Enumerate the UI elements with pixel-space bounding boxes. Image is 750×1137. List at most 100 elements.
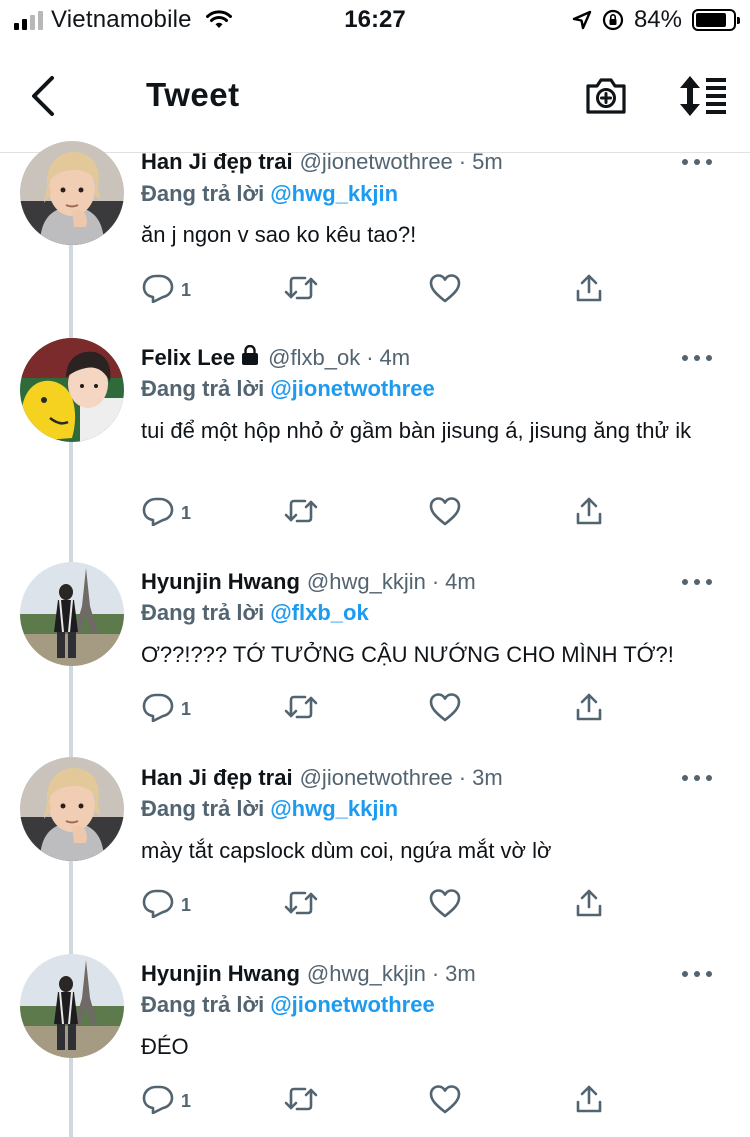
reply-button[interactable]: 1 — [141, 1083, 191, 1119]
thread-connector-line — [69, 666, 73, 757]
reply-icon — [141, 273, 175, 308]
share-button[interactable] — [574, 272, 604, 308]
reply-count: 1 — [181, 698, 192, 719]
tweet-actions: 1 — [141, 1083, 621, 1119]
separator-dot: · — [431, 569, 440, 594]
tweet-text: tui để một hộp nhỏ ở gầm bàn jisung á, j… — [141, 418, 692, 443]
reply-count: 1 — [181, 894, 192, 915]
retweet-icon — [283, 692, 319, 727]
heart-icon — [428, 692, 462, 727]
replying-to-label: Đang trả lời — [141, 376, 265, 401]
separator-dot: · — [366, 345, 374, 370]
retweet-button[interactable] — [283, 691, 319, 727]
author-name[interactable]: Han Ji đẹp trai — [141, 149, 293, 175]
reply-button[interactable]: 1 — [141, 691, 191, 727]
tweet-header: Hyunjin Hwang @hwg_kkjin · 3m — [141, 961, 476, 987]
avatar[interactable] — [20, 562, 124, 666]
replying-to: Đang trả lời @jionetwothree — [141, 376, 435, 402]
mention-link[interactable]: @hwg_kkjin — [270, 796, 398, 821]
author-handle[interactable]: @hwg_kkjin — [307, 569, 426, 595]
share-icon — [574, 888, 604, 923]
more-options-icon[interactable] — [680, 156, 714, 168]
reply-button[interactable]: 1 — [141, 272, 191, 308]
retweet-button[interactable] — [283, 887, 319, 923]
retweet-button[interactable] — [283, 1083, 319, 1119]
thread-connector-line — [69, 1058, 73, 1137]
share-button[interactable] — [574, 1083, 604, 1119]
reply-icon — [141, 1084, 175, 1119]
battery-fill — [696, 13, 726, 27]
reply-icon — [141, 888, 175, 923]
share-icon — [574, 496, 604, 531]
mention-link[interactable]: @jionetwothree — [270, 992, 434, 1017]
tweet-actions: 1 — [141, 887, 621, 923]
retweet-icon — [283, 496, 319, 531]
camera-add-icon[interactable] — [584, 74, 628, 118]
heart-icon — [428, 496, 462, 531]
separator-dot: · — [458, 149, 467, 174]
like-button[interactable] — [428, 1083, 462, 1119]
tweet-header: Han Ji đẹp trai @jionetwothree · 5m — [141, 149, 503, 175]
replying-to-label: Đang trả lời — [141, 600, 265, 625]
avatar[interactable] — [20, 338, 124, 442]
heart-icon — [428, 273, 462, 308]
author-handle[interactable]: @flxb_ok — [268, 345, 360, 371]
reply-icon — [141, 692, 175, 727]
lock-icon — [241, 344, 259, 371]
like-button[interactable] — [428, 691, 462, 727]
tweet-actions: 1 — [141, 272, 621, 308]
tweet-timestamp: 4m — [445, 569, 476, 594]
back-arrow-icon[interactable] — [26, 72, 62, 120]
like-button[interactable] — [428, 495, 462, 531]
author-name[interactable]: Felix Lee — [141, 345, 235, 371]
tweet-timestamp: 4m — [379, 345, 411, 370]
more-options-icon[interactable] — [680, 772, 714, 784]
reply-count: 1 — [181, 1090, 192, 1111]
tweet-header: Hyunjin Hwang @hwg_kkjin · 4m — [141, 569, 476, 595]
author-handle[interactable]: @hwg_kkjin — [307, 961, 426, 987]
retweet-button[interactable] — [283, 272, 319, 308]
share-button[interactable] — [574, 495, 604, 531]
thread-connector-line — [69, 442, 73, 562]
thread-connector-line — [69, 245, 73, 338]
retweet-button[interactable] — [283, 495, 319, 531]
reply-button[interactable]: 1 — [141, 495, 191, 531]
tweet-text: mày tắt capslock dùm coi, ngứa mắt vờ lờ — [141, 838, 552, 863]
author-name[interactable]: Hyunjin Hwang — [141, 961, 300, 987]
share-icon — [574, 273, 604, 308]
replying-to-label: Đang trả lời — [141, 796, 265, 821]
more-options-icon[interactable] — [680, 968, 714, 980]
sort-replies-icon[interactable] — [676, 72, 730, 120]
separator-dot: · — [458, 765, 467, 790]
rotation-lock-icon — [602, 9, 624, 31]
share-button[interactable] — [574, 691, 604, 727]
tweet-text: Ơ??!??? TỚ TƯỞNG CẬU NƯỚNG CHO MÌNH TỚ?! — [141, 642, 674, 667]
replying-to-label: Đang trả lời — [141, 181, 265, 206]
author-name[interactable]: Hyunjin Hwang — [141, 569, 300, 595]
like-button[interactable] — [428, 272, 462, 308]
mention-link[interactable]: @hwg_kkjin — [270, 181, 398, 206]
mention-link[interactable]: @flxb_ok — [270, 600, 368, 625]
retweet-icon — [283, 888, 319, 923]
reply-button[interactable]: 1 — [141, 887, 191, 923]
heart-icon — [428, 888, 462, 923]
author-handle[interactable]: @jionetwothree — [300, 149, 453, 175]
replying-to-label: Đang trả lời — [141, 992, 265, 1017]
avatar[interactable] — [20, 141, 124, 245]
avatar[interactable] — [20, 757, 124, 861]
avatar[interactable] — [20, 954, 124, 1058]
more-options-icon[interactable] — [680, 352, 714, 364]
more-options-icon[interactable] — [680, 576, 714, 588]
mention-link[interactable]: @jionetwothree — [270, 376, 434, 401]
separator-dot: · — [431, 961, 440, 986]
replying-to: Đang trả lời @hwg_kkjin — [141, 181, 398, 207]
author-name[interactable]: Han Ji đẹp trai — [141, 765, 293, 791]
share-button[interactable] — [574, 887, 604, 923]
tweet-timestamp: 5m — [472, 149, 503, 174]
replying-to: Đang trả lời @flxb_ok — [141, 600, 369, 626]
tweet-text: ăn j ngon v sao ko kêu tao?! — [141, 222, 417, 247]
like-button[interactable] — [428, 887, 462, 923]
author-handle[interactable]: @jionetwothree — [300, 765, 453, 791]
heart-icon — [428, 1084, 462, 1119]
tweet-actions: 1 — [141, 495, 621, 531]
